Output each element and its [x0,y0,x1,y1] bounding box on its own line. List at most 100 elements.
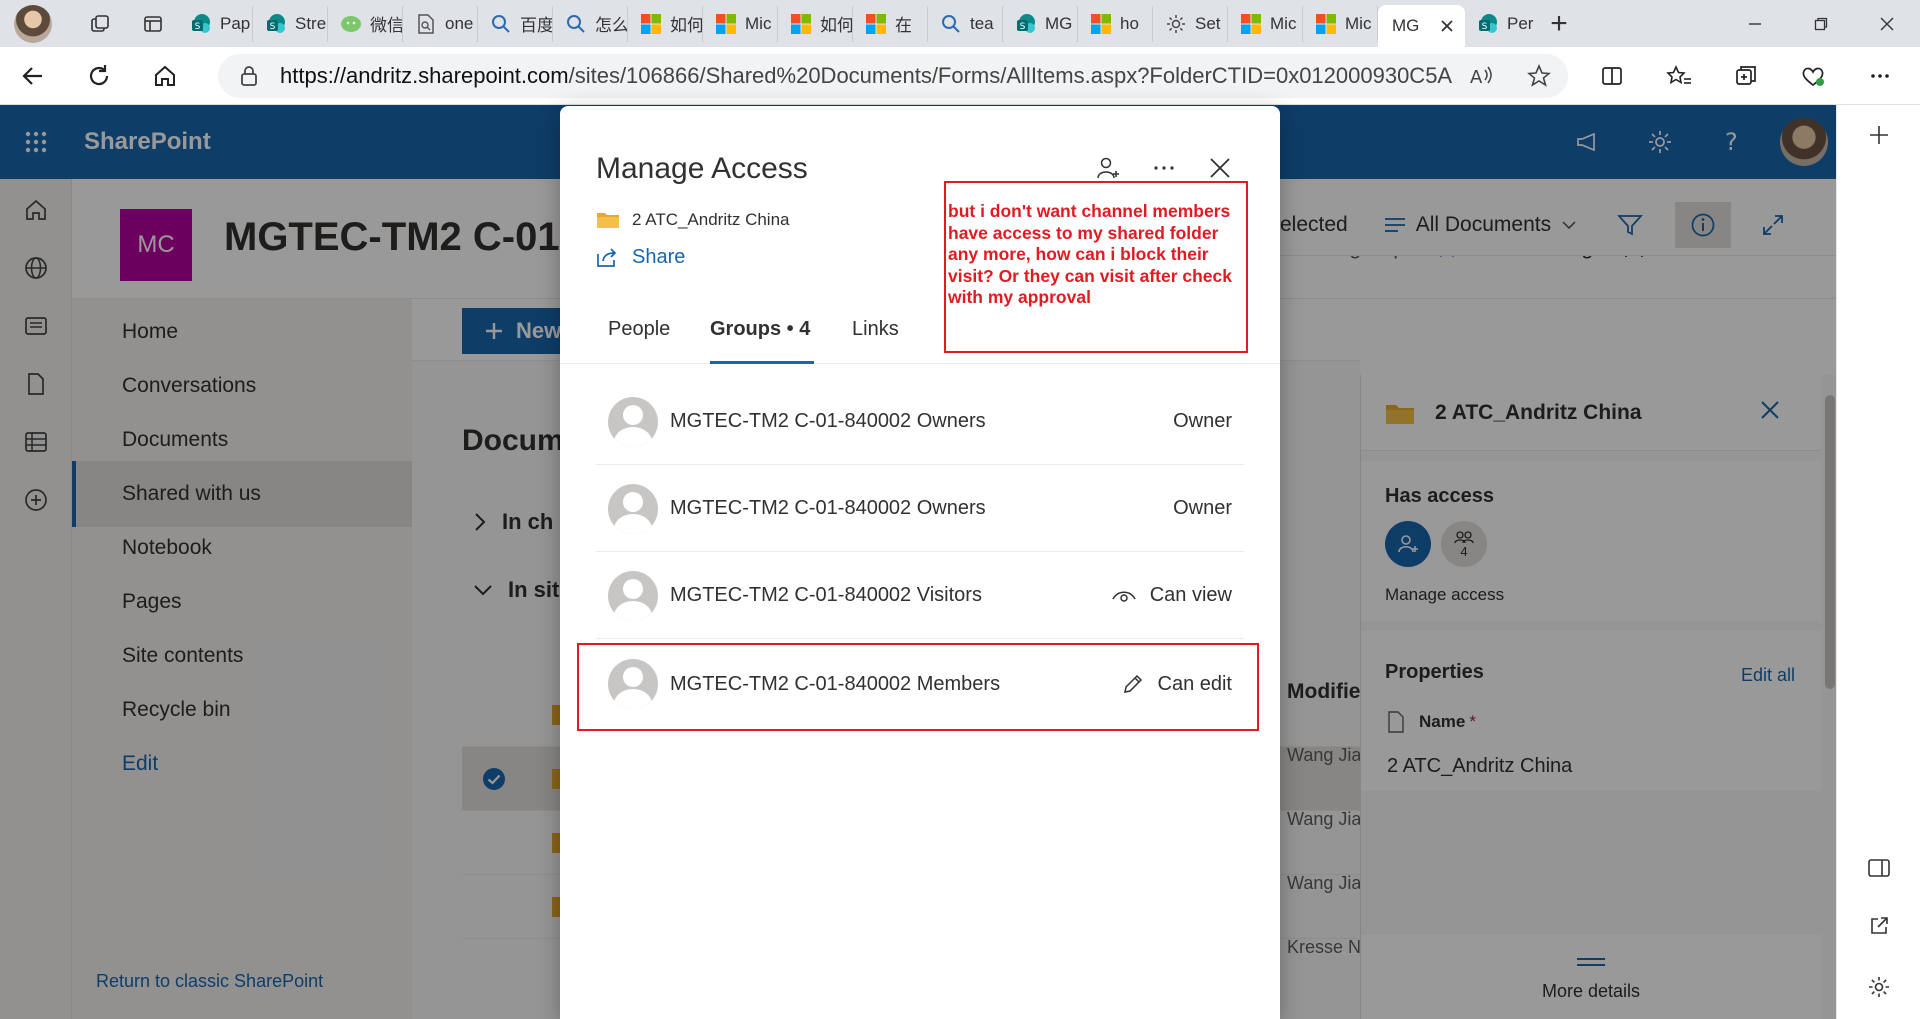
tab-label: Per [1507,13,1534,33]
group-avatar-icon [608,483,658,534]
browser-tab[interactable]: 百度 [478,5,553,42]
browser-tab-bar: S Pap S Stre 微信 one 百度 怎么 如何 Mic 如何 在 tea S MG ho Set Mic… [0,0,1920,47]
svg-text:S: S [1482,22,1488,32]
dialog-title: Manage Access [596,152,808,185]
browser-tab[interactable]: 在 [853,5,928,42]
browser-tab[interactable]: ho [1078,5,1153,42]
permission-dropdown[interactable]: Owner [1173,410,1232,433]
browser-tab[interactable]: Set [1153,5,1228,42]
group-avatar-icon [608,396,658,447]
more-options-icon[interactable] [1846,47,1913,105]
group-name: MGTEC-TM2 C-01-840002 Owners [670,497,986,519]
collections-icon[interactable] [1712,47,1779,105]
list-item[interactable]: MGTEC-TM2 C-01-840002 Owners Owner [596,379,1244,465]
add-sidebar-icon[interactable] [1837,123,1920,147]
home-button[interactable] [132,47,198,105]
share-label: Share [632,246,686,268]
permission-label: Can view [1149,584,1232,606]
group-name: MGTEC-TM2 C-01-840002 Visitors [670,584,982,606]
microsoft-icon [1090,13,1112,35]
workspaces-icon[interactable] [72,0,128,47]
tab-label: Mic [1270,13,1297,33]
annotation-note: but i don't want channel members have ac… [944,181,1248,353]
microsoft-icon [865,13,887,35]
browser-tab[interactable]: tea [928,5,1003,42]
browser-tab-active[interactable]: MG [1378,5,1465,47]
gear-icon [1165,13,1187,35]
list-item[interactable]: MGTEC-TM2 C-01-840002 Owners Owner [596,466,1244,552]
tab-label: 微信 [370,16,403,35]
sharepoint-icon: S [1477,13,1499,35]
favorite-star-icon[interactable] [1510,63,1568,88]
permission-dropdown[interactable]: Owner [1173,497,1232,520]
search-icon [940,13,962,35]
document-search-icon [415,13,437,35]
list-item[interactable]: MGTEC-TM2 C-01-840002 Visitors Can view [596,553,1244,639]
tab-label: Set [1195,13,1221,33]
microsoft-icon [1315,13,1337,35]
more-options-icon[interactable] [1148,152,1180,184]
browser-tab[interactable]: Mic [1303,5,1378,42]
browser-tab[interactable]: S Per [1465,6,1535,42]
refresh-button[interactable] [66,47,132,105]
svg-text:A: A [1470,67,1483,88]
browser-tab[interactable]: Mic [1228,5,1303,42]
tab-label: 如何 [670,16,703,35]
close-icon[interactable] [1204,152,1236,184]
close-tab-icon[interactable] [1439,18,1455,34]
tab-groups[interactable]: Groups • 4 [710,318,810,341]
restore-icon[interactable] [1788,0,1854,47]
browser-tab[interactable]: S Pap [178,5,253,42]
tab-people[interactable]: People [608,318,670,341]
permission-label: Owner [1173,410,1232,432]
tab-links[interactable]: Links [852,318,899,341]
tab-label: Mic [745,13,772,33]
permission-dropdown[interactable]: Can view [1112,584,1232,607]
svg-text:S: S [1020,22,1026,32]
url-path: /sites/106866/Shared%20Documents/Forms/A… [568,62,1452,88]
tab-label: 怎么 [595,16,628,35]
browser-tab[interactable]: Mic [703,5,778,42]
add-person-icon[interactable] [1092,152,1124,184]
browser-tab[interactable]: 如何 [628,5,703,42]
tab-label: Pap [220,13,251,33]
url-host: https://andritz.sharepoint.com [280,62,569,88]
tab-label: 在 [895,16,912,35]
tab-label: Stre [295,13,327,33]
address-bar-row: https://andritz.sharepoint.com/sites/106… [0,47,1920,105]
permission-label: Owner [1173,497,1232,519]
browser-tab[interactable]: 如何 [778,5,853,42]
back-button[interactable] [0,47,66,105]
browser-tab[interactable]: 怎么 [553,5,628,42]
tab-label: 百度 [520,16,553,35]
tab-actions-icon[interactable] [128,0,178,47]
browser-tab[interactable]: 微信 [328,5,403,42]
share-link[interactable]: Share [596,246,685,269]
browser-tab[interactable]: one [403,5,478,42]
minimize-icon[interactable] [1722,0,1788,47]
tab-label: ho [1120,13,1139,33]
sidebar-panel-icon[interactable] [1837,857,1920,879]
browser-tab[interactable]: S Stre [253,5,328,42]
folder-icon [597,213,619,228]
url-bar[interactable]: https://andritz.sharepoint.com/sites/106… [218,53,1568,98]
open-external-icon[interactable] [1837,915,1920,937]
tab-label: one [445,13,474,33]
browser-essentials-icon[interactable] [1779,47,1846,105]
browser-profile-avatar[interactable] [14,4,52,43]
read-aloud-icon[interactable]: A [1452,64,1510,88]
split-screen-icon[interactable] [1578,47,1645,105]
close-window-icon[interactable] [1854,0,1920,47]
search-icon [490,13,512,35]
url-text[interactable]: https://andritz.sharepoint.com/sites/106… [280,63,1452,89]
favorites-icon[interactable] [1645,47,1712,105]
microsoft-icon [715,13,737,35]
lock-icon[interactable] [240,65,258,87]
new-tab-button[interactable]: + [1535,0,1583,47]
browser-tab[interactable]: S MG [1003,5,1078,42]
tab-label: MG [1392,16,1420,35]
browser-sidebar [1836,105,1920,1019]
microsoft-icon [790,13,812,35]
annotation-highlight-box [577,643,1259,731]
gear-icon[interactable] [1837,975,1920,999]
